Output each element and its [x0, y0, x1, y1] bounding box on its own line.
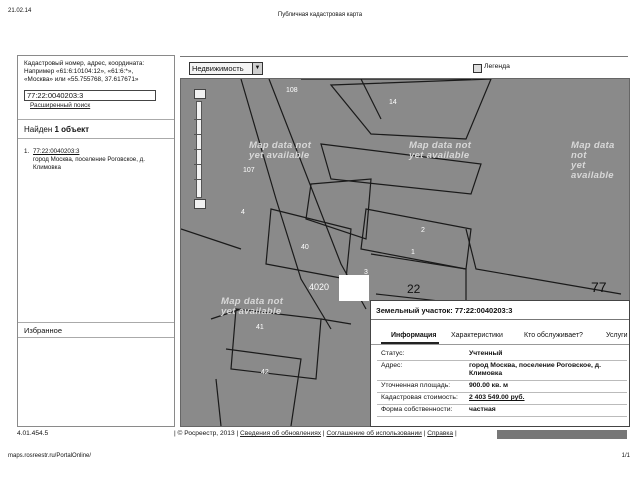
popup-title: Земельный участок: 77:22:0040203:3 — [376, 306, 513, 315]
parcel-label: 2 — [421, 227, 425, 234]
info-value-link[interactable]: 2 403 549.00 руб. — [469, 394, 629, 401]
result-address: город Москва, поселение Роговское, д. Кл… — [33, 156, 146, 171]
parcel-label: 4020 — [309, 282, 330, 292]
label-background — [339, 275, 369, 301]
separator: | — [454, 430, 457, 437]
results-prefix: Найден — [24, 125, 53, 134]
parcel-label: 1 — [411, 249, 415, 256]
results-count: Найден 1 объект — [24, 125, 89, 134]
divider — [18, 119, 174, 120]
divider — [371, 344, 629, 345]
info-label: Форма собственности: — [381, 406, 453, 413]
zoom-tick — [194, 164, 202, 165]
tab-characteristics[interactable]: Характеристики — [451, 332, 503, 339]
separator: | — [423, 430, 426, 437]
info-label: Адрес: — [381, 362, 403, 369]
copyright: | © Росреестр, 2013 | — [174, 430, 239, 437]
chevron-down-icon[interactable]: ▼ — [252, 63, 262, 74]
watermark-line: yet available — [571, 160, 614, 181]
parcel-label: 4 — [241, 209, 245, 216]
zoom-tick — [194, 179, 202, 180]
parcel-label: 41 — [256, 324, 264, 331]
info-value: Учтенный — [469, 350, 503, 357]
tab-service[interactable]: Кто обслуживает? — [524, 332, 583, 339]
result-cadastral-link[interactable]: 77:22:0040203:3 — [33, 148, 79, 155]
divider — [18, 138, 174, 139]
version-label: 4.01.454.5 — [17, 430, 49, 437]
tab-info[interactable]: Информация — [391, 332, 436, 339]
info-value: частная — [469, 406, 496, 413]
search-panel: Кадастровый номер, адрес, координата: На… — [17, 55, 175, 427]
search-help-line: Кадастровый номер, адрес, координата: — [24, 60, 145, 67]
layer-select[interactable]: Недвижимость ▼ — [189, 62, 263, 75]
zoom-tick — [194, 134, 202, 135]
watermark-line: Map data not — [571, 140, 615, 161]
favorites-title: Избранное — [24, 326, 63, 335]
zoom-tick — [194, 119, 202, 120]
map-watermark: Map data not yet available — [409, 141, 471, 161]
map-toolbar: Недвижимость ▼ Легенда — [180, 56, 628, 79]
search-help-line: Например «61:6:10104:12», «61:6:*», — [24, 68, 134, 75]
info-value: 900.00 кв. м — [469, 382, 509, 389]
info-label: Статус: — [381, 350, 405, 357]
parcel-label: 108 — [286, 87, 298, 94]
tab-services[interactable]: Услуги — [606, 332, 628, 339]
results-count-value: 1 объект — [54, 125, 90, 134]
watermark-line: yet available — [409, 150, 470, 161]
watermark-line: yet available — [249, 150, 310, 161]
search-help-text: Кадастровый номер, адрес, координата: На… — [24, 60, 172, 84]
updates-link[interactable]: Сведения об обновлениях — [240, 430, 321, 437]
search-input[interactable]: 77:22:0040203:3 — [24, 90, 156, 101]
parcel-label: 107 — [243, 167, 255, 174]
divider — [18, 322, 174, 323]
search-help-line: «Москва» или «55.755768, 37.617671» — [24, 76, 139, 83]
zoom-out-button[interactable] — [194, 199, 206, 209]
parcel-label: 40 — [301, 244, 309, 251]
parcel-label: 42 — [261, 369, 269, 376]
parcel-label: 14 — [389, 99, 397, 106]
info-row-address: Адрес: город Москва, поселение Роговское… — [377, 360, 627, 381]
result-number: 1. — [24, 148, 30, 155]
terms-link[interactable]: Соглашение об использовании — [326, 430, 421, 437]
zoom-in-button[interactable] — [194, 89, 206, 99]
print-page-number: 1/1 — [621, 453, 630, 459]
separator: | — [322, 430, 325, 437]
map-watermark: Map data not yet available — [249, 141, 311, 161]
help-link[interactable]: Справка — [427, 430, 453, 437]
map-watermark: Map data not yet available — [221, 297, 283, 317]
parcel-label: 3 — [364, 269, 368, 276]
zoom-tick — [194, 149, 202, 150]
info-value: город Москва, поселение Роговское, д. Кл… — [469, 362, 601, 377]
legend-label: Легенда — [484, 63, 510, 70]
advanced-search-link[interactable]: Расширенный поиск — [30, 102, 90, 109]
legend-checkbox[interactable] — [473, 64, 482, 73]
footer-links: | © Росреестр, 2013 | Сведения об обновл… — [174, 430, 457, 437]
parcel-label: 77 — [591, 279, 607, 295]
info-label: Кадастровая стоимость: — [381, 394, 458, 401]
info-row-ownership: Форма собственности: частная — [377, 404, 627, 417]
print-page-title: Публичная кадастровая карта — [277, 12, 363, 18]
status-bar-fill — [497, 430, 627, 439]
divider — [18, 337, 174, 338]
print-url: maps.rosreestr.ru/PortalOnline/ — [8, 453, 92, 459]
layer-select-value: Недвижимость — [192, 64, 244, 73]
divider — [371, 319, 629, 320]
map-watermark: Map data not yet available — [571, 141, 629, 181]
parcel-label: 22 — [407, 282, 421, 296]
info-label: Уточненная площадь: — [381, 382, 451, 389]
parcel-info-popup: Земельный участок: 77:22:0040203:3 Инфор… — [370, 300, 630, 427]
watermark-line: yet available — [221, 306, 282, 317]
